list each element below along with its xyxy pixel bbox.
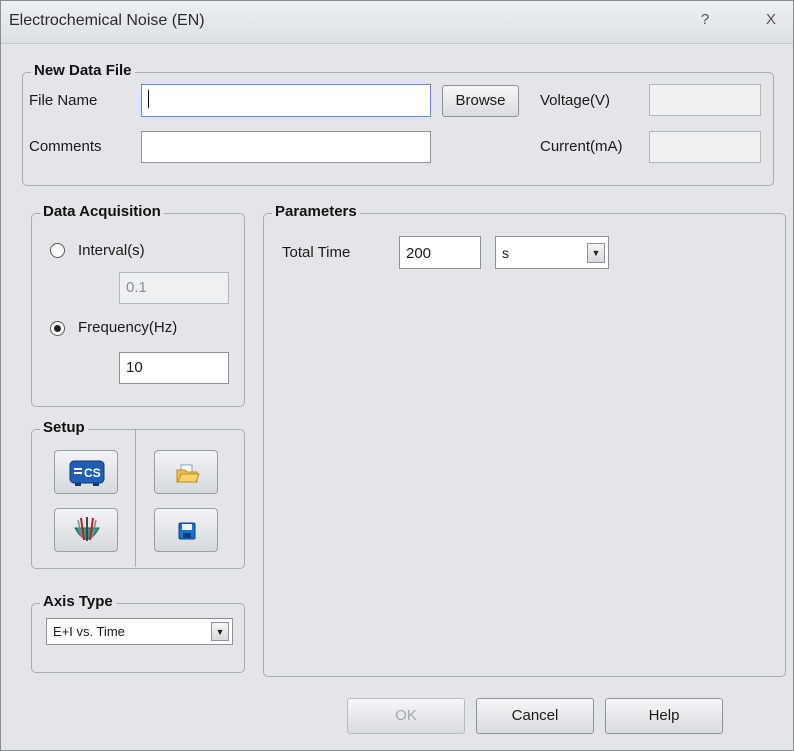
parameters-group: Parameters <box>263 203 786 677</box>
interval-label: Interval(s) <box>78 242 145 259</box>
ok-button[interactable]: OK <box>347 698 465 734</box>
chevron-down-icon[interactable]: ▼ <box>211 622 229 641</box>
setup-divider <box>135 429 136 567</box>
cs-instrument-button[interactable]: CS <box>54 450 118 494</box>
svg-text:CS: CS <box>84 466 101 480</box>
cs-instrument-icon: CS <box>69 460 105 486</box>
browse-button[interactable]: Browse <box>442 85 519 117</box>
axis-type-legend: Axis Type <box>40 593 116 610</box>
file-name-input[interactable] <box>141 84 431 117</box>
current-field <box>649 131 761 163</box>
title-bar: Electrochemical Noise (EN) ? X <box>1 1 793 44</box>
axis-type-select[interactable]: E+I vs. Time ▼ <box>46 618 233 645</box>
close-icon[interactable]: X <box>760 11 782 28</box>
frequency-radio[interactable] <box>50 321 65 336</box>
help-button[interactable]: Help <box>605 698 723 734</box>
setup-legend: Setup <box>40 419 88 436</box>
electrode-setup-button[interactable] <box>54 508 118 552</box>
total-time-input[interactable]: 200 <box>399 236 481 269</box>
comments-label: Comments <box>29 138 102 155</box>
electrode-icon <box>74 517 100 541</box>
chevron-down-icon[interactable]: ▼ <box>587 243 605 263</box>
time-unit-value: s <box>502 245 509 261</box>
interval-field[interactable]: 0.1 <box>119 272 229 304</box>
time-unit-select[interactable]: s ▼ <box>495 236 609 269</box>
new-data-file-legend: New Data File <box>31 62 135 79</box>
cancel-button[interactable]: Cancel <box>476 698 594 734</box>
text-caret <box>148 90 149 108</box>
save-disk-icon <box>178 522 196 540</box>
radio-dot <box>54 325 61 332</box>
axis-type-value: E+I vs. Time <box>53 624 125 639</box>
open-folder-icon <box>176 464 200 483</box>
voltage-label: Voltage(V) <box>540 92 611 109</box>
dialog-title: Electrochemical Noise (EN) <box>9 12 205 29</box>
voltage-field <box>649 84 761 116</box>
parameters-legend: Parameters <box>272 203 360 220</box>
help-question-icon[interactable]: ? <box>694 11 716 28</box>
open-file-button[interactable] <box>154 450 218 494</box>
save-button[interactable] <box>154 508 218 552</box>
frequency-label: Frequency(Hz) <box>78 319 178 336</box>
interval-radio[interactable] <box>50 243 65 258</box>
dialog-window: Electrochemical Noise (EN) ? X New Data … <box>0 0 794 751</box>
data-acquisition-legend: Data Acquisition <box>40 203 164 220</box>
current-label: Current(mA) <box>540 138 623 155</box>
frequency-input[interactable]: 10 <box>119 352 229 384</box>
comments-input[interactable] <box>141 131 431 163</box>
file-name-label: File Name <box>29 92 98 109</box>
total-time-label: Total Time <box>282 244 351 261</box>
